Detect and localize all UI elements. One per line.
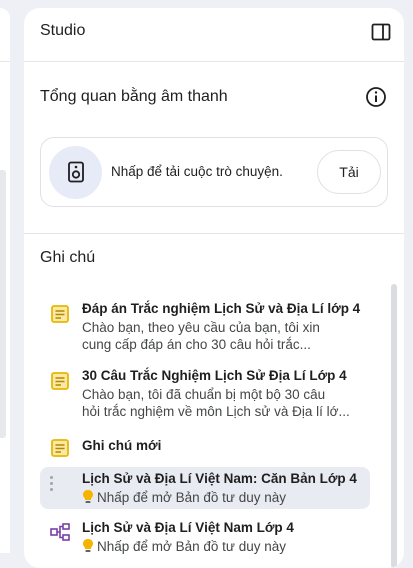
left-panel-scrollbar[interactable] bbox=[0, 170, 6, 438]
mind-map-hint-text: Nhấp để mở Bản đồ tư duy này bbox=[97, 490, 286, 505]
note-icon bbox=[51, 372, 69, 390]
mind-map-hint: Nhấp để mở Bản đồ tư duy này bbox=[82, 489, 286, 505]
audio-overview-title: Tổng quan bằng âm thanh bbox=[40, 88, 228, 105]
note-icon bbox=[51, 305, 69, 323]
info-icon[interactable] bbox=[364, 85, 388, 109]
note-preview-line: Chào bạn, theo yêu cầu của bạn, tôi xin bbox=[82, 320, 320, 335]
audio-overview-prompt: Nhấp để tải cuộc trò chuyện. bbox=[111, 164, 283, 179]
load-button[interactable]: Tải bbox=[317, 150, 381, 194]
note-item[interactable]: Đáp án Trắc nghiệm Lịch Sử và Địa Lí lớp… bbox=[40, 296, 370, 358]
note-preview-line: hỏi trắc nghiệm về môn Lịch sử và Địa lí… bbox=[82, 404, 350, 419]
audio-overview-card: Nhấp để tải cuộc trò chuyện. Tải bbox=[40, 137, 388, 207]
note-title: Ghi chú mới bbox=[82, 438, 162, 453]
mind-map-icon bbox=[50, 523, 70, 541]
mind-map-hint-text: Nhấp để mở Bản đồ tư duy này bbox=[97, 539, 286, 554]
note-title: Lịch Sử và Địa Lí Việt Nam Lớp 4 bbox=[82, 520, 294, 535]
note-title: 30 Câu Trắc Nghiệm Lịch Sử Địa Lí Lớp 4 bbox=[82, 368, 347, 383]
collapse-panel-icon[interactable] bbox=[370, 21, 392, 43]
section-divider bbox=[24, 233, 404, 234]
note-icon bbox=[51, 439, 69, 457]
note-item[interactable]: 30 Câu Trắc Nghiệm Lịch Sử Địa Lí Lớp 4 … bbox=[40, 363, 370, 425]
lightbulb-icon bbox=[83, 539, 93, 552]
note-preview-line: cung cấp đáp án cho 30 câu hỏi trắc... bbox=[82, 337, 311, 352]
lightbulb-icon bbox=[83, 490, 93, 503]
left-panel-divider bbox=[0, 61, 10, 62]
more-options-icon[interactable] bbox=[50, 476, 53, 494]
notes-scrollbar[interactable] bbox=[391, 284, 397, 568]
mind-map-item[interactable]: Lịch Sử và Địa Lí Việt Nam Lớp 4 Nhấp để… bbox=[40, 515, 370, 559]
studio-title: Studio bbox=[40, 22, 86, 39]
note-title: Lịch Sử và Địa Lí Việt Nam: Căn Bản Lớp … bbox=[82, 471, 357, 486]
speaker-icon-badge bbox=[49, 146, 102, 199]
studio-header: Studio bbox=[24, 8, 404, 62]
studio-panel: Studio Tổng quan bằng âm thanh Nhấp để t… bbox=[24, 8, 404, 568]
note-preview-line: Chào bạn, tôi đã chuẩn bị một bộ 30 câu bbox=[82, 387, 326, 402]
mind-map-hint: Nhấp để mở Bản đồ tư duy này bbox=[82, 538, 286, 554]
mind-map-item[interactable]: Lịch Sử và Địa Lí Việt Nam: Căn Bản Lớp … bbox=[40, 467, 370, 509]
notes-title: Ghi chú bbox=[40, 249, 96, 266]
note-title: Đáp án Trắc nghiệm Lịch Sử và Địa Lí lớp… bbox=[82, 301, 361, 316]
note-item[interactable]: Ghi chú mới bbox=[40, 434, 370, 462]
speaker-icon bbox=[68, 161, 84, 183]
